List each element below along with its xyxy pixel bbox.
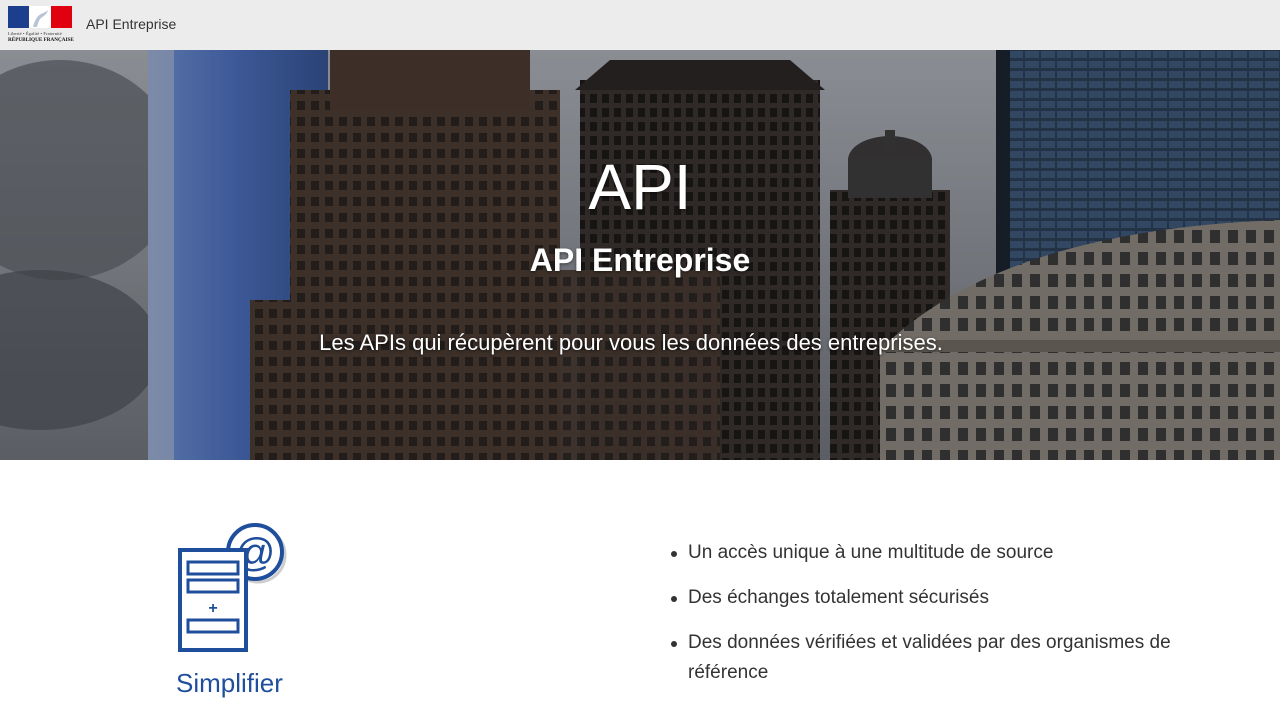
hero-subtitle: API Entreprise — [529, 242, 751, 278]
list-item: Un accès unique à une multitude de sourc… — [668, 538, 1228, 568]
hero-title: API — [588, 151, 692, 223]
feature-label: Simplifier — [176, 668, 283, 698]
document-at-icon: @ + — [172, 522, 292, 657]
top-bar: Liberté • Égalité • Fraternité RÉPUBLIQU… — [0, 0, 1280, 50]
list-item: Des données vérifiées et validées par de… — [668, 628, 1228, 688]
site-title-link[interactable]: API Entreprise — [86, 16, 176, 32]
french-flag-icon — [8, 6, 72, 28]
hero-tagline: Les APIs qui récupèrent pour vous les do… — [319, 330, 943, 355]
svg-text:+: + — [208, 600, 217, 617]
list-item: Des échanges totalement sécurisés — [668, 583, 1228, 613]
logo-motto: Liberté • Égalité • Fraternité — [8, 31, 62, 36]
feature-list: Un accès unique à une multitude de sourc… — [668, 538, 1228, 703]
hero-banner: API API Entreprise Les APIs qui récupère… — [0, 50, 1280, 460]
logo-republic: RÉPUBLIQUE FRANÇAISE — [8, 37, 74, 43]
marianne-logo[interactable]: Liberté • Égalité • Fraternité RÉPUBLIQU… — [8, 6, 74, 44]
